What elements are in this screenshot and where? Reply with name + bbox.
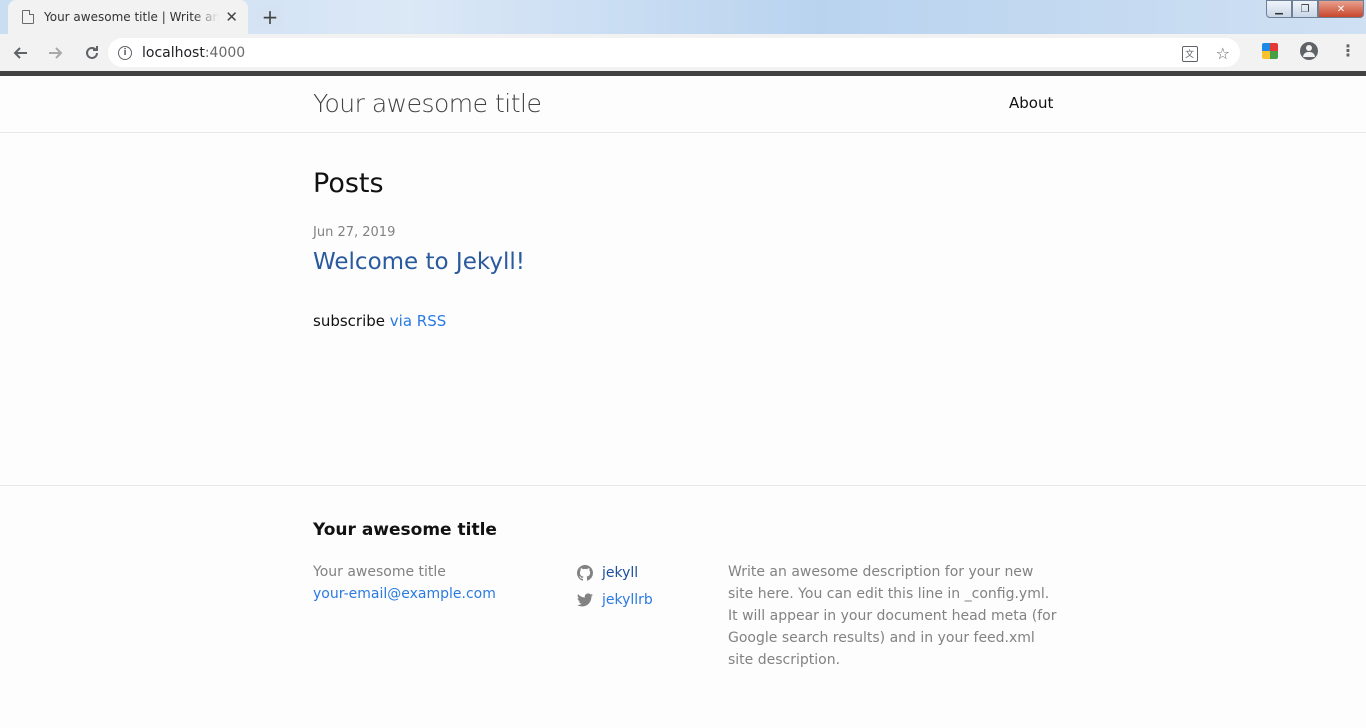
rss-link[interactable]: via RSS bbox=[390, 312, 446, 330]
nav-link-about[interactable]: About bbox=[1009, 94, 1053, 112]
reload-icon bbox=[86, 45, 98, 59]
footer-social: jekyll jekyllrb bbox=[577, 559, 653, 613]
browser-tab[interactable]: Your awesome title | Write an awesome de… bbox=[8, 0, 248, 34]
new-tab-button[interactable]: + bbox=[256, 5, 284, 29]
social-twitter: jekyllrb bbox=[577, 586, 653, 613]
rss-prefix: subscribe bbox=[313, 312, 385, 330]
rss-subscribe: subscribe via RSS bbox=[313, 312, 446, 330]
forward-button[interactable] bbox=[40, 37, 72, 69]
minimize-button[interactable]: ▁ bbox=[1266, 0, 1292, 18]
extension-icon[interactable] bbox=[1262, 43, 1278, 59]
footer-description: Write an awesome description for your ne… bbox=[728, 564, 1057, 668]
tab-title: Your awesome title | Write an awesome de… bbox=[44, 10, 220, 24]
restore-button[interactable]: ❐ bbox=[1292, 0, 1318, 18]
footer-heading: Your awesome title bbox=[313, 520, 497, 540]
url-text[interactable]: localhost:4000 bbox=[142, 45, 245, 61]
post-title-link[interactable]: Welcome to Jekyll! bbox=[313, 249, 525, 275]
posts-heading: Posts bbox=[313, 168, 384, 199]
bookmark-star-icon[interactable]: ☆ bbox=[1216, 44, 1230, 63]
footer-email-link[interactable]: your-email@example.com bbox=[313, 586, 496, 602]
window-controls: ▁ ❐ ✕ bbox=[1266, 0, 1364, 18]
page-icon bbox=[22, 10, 34, 24]
forward-arrow-icon bbox=[49, 46, 63, 59]
back-arrow-icon bbox=[13, 46, 27, 59]
close-window-button[interactable]: ✕ bbox=[1318, 0, 1364, 18]
back-button[interactable] bbox=[4, 37, 36, 69]
site-info-icon[interactable]: i bbox=[118, 45, 132, 60]
browser-titlebar: Your awesome title | Write an awesome de… bbox=[0, 0, 1366, 34]
twitter-icon bbox=[577, 592, 593, 606]
github-icon bbox=[577, 564, 593, 581]
footer-contact: Your awesome title your-email@example.co… bbox=[313, 561, 496, 605]
site-title-link[interactable]: Your awesome title bbox=[313, 89, 542, 118]
reload-button[interactable] bbox=[76, 37, 108, 69]
twitter-link[interactable]: jekyllrb bbox=[602, 592, 653, 608]
profile-icon[interactable] bbox=[1300, 42, 1318, 60]
github-link[interactable]: jekyll bbox=[602, 565, 638, 581]
footer-name: Your awesome title bbox=[313, 564, 446, 580]
post-date: Jun 27, 2019 bbox=[313, 225, 396, 240]
social-github: jekyll bbox=[577, 559, 653, 586]
site-header: Your awesome title About bbox=[0, 76, 1366, 133]
translate-icon[interactable]: 文 bbox=[1181, 45, 1198, 62]
tab-close-icon[interactable]: ✕ bbox=[225, 8, 238, 26]
address-bar[interactable]: i localhost:4000 文 ☆ bbox=[108, 38, 1240, 67]
site-footer: Your awesome title Your awesome title yo… bbox=[0, 485, 1366, 728]
browser-menu-icon[interactable]: ⋮ bbox=[1340, 43, 1356, 59]
browser-toolbar: i localhost:4000 文 ☆ ⋮ bbox=[0, 34, 1366, 71]
